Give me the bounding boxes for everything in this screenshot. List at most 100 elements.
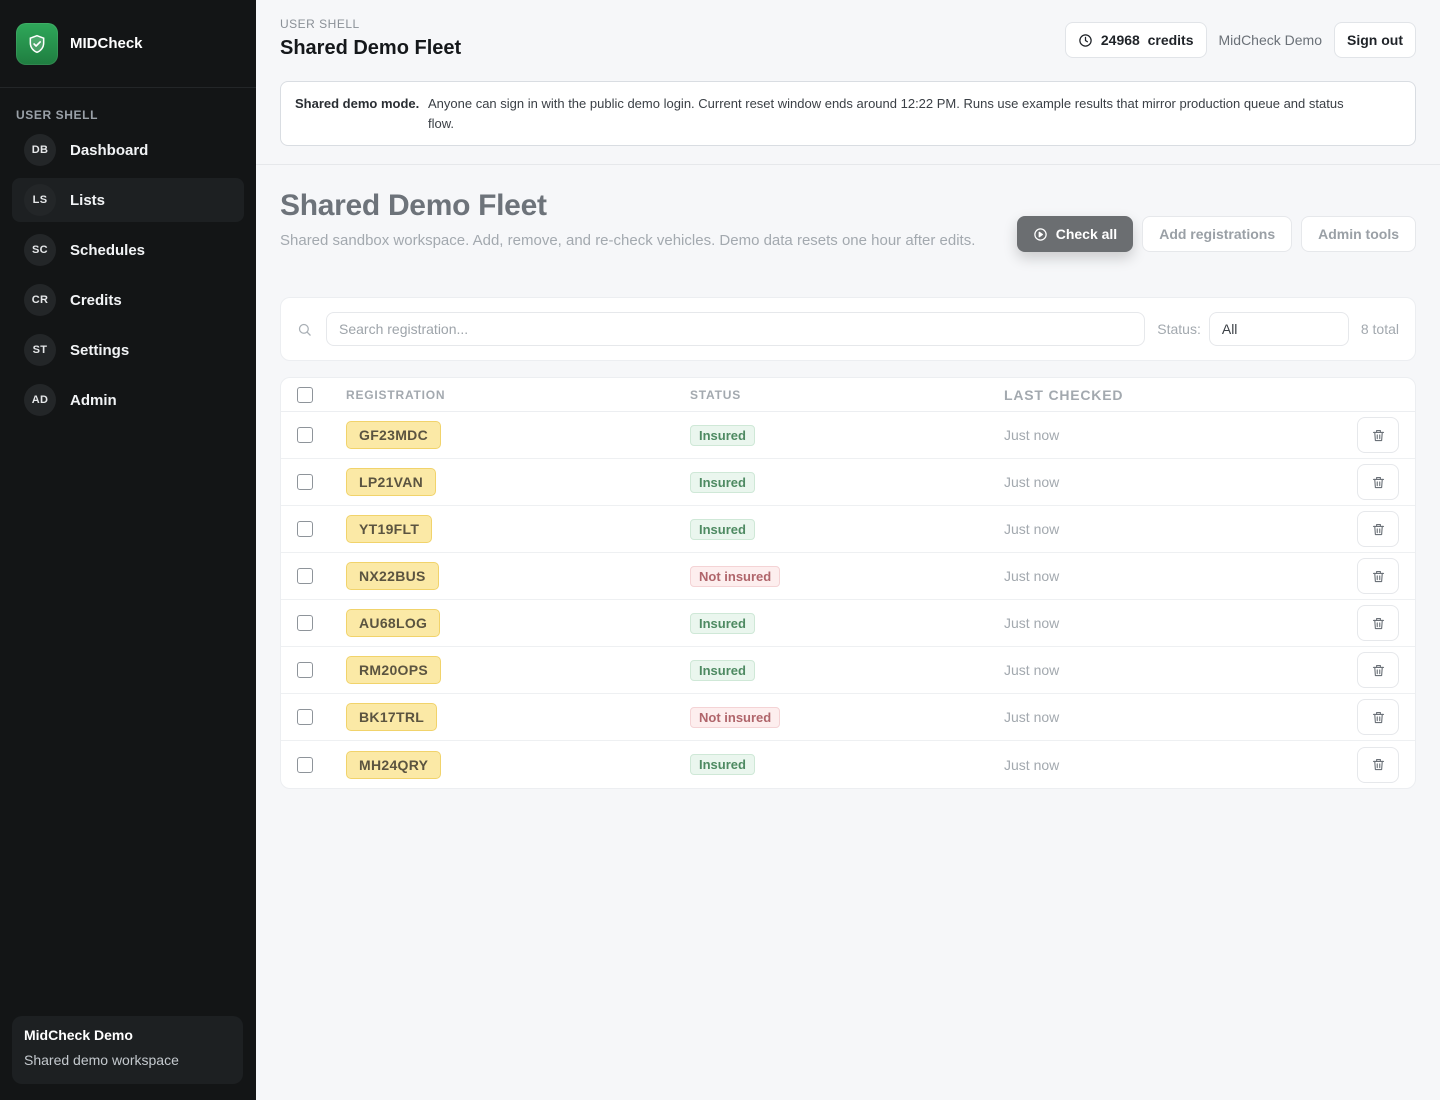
header-last-checked[interactable]: LAST CHECKED: [1004, 387, 1357, 403]
last-checked: Just now: [1004, 615, 1060, 631]
last-checked: Just now: [1004, 568, 1060, 584]
row-checkbox[interactable]: [297, 662, 313, 678]
status-filter-select[interactable]: All: [1208, 312, 1349, 346]
registration-plate[interactable]: AU68LOG: [346, 609, 441, 637]
trash-icon: [1372, 476, 1384, 488]
row-checkbox[interactable]: [297, 568, 313, 584]
select-all-checkbox[interactable]: [297, 386, 313, 403]
row-checkbox[interactable]: [297, 756, 313, 773]
header-registration[interactable]: REGISTRATION: [346, 388, 690, 402]
delete-button[interactable]: [1357, 652, 1399, 688]
status-badge: Not insured: [690, 565, 781, 587]
table-row[interactable]: LP21VAN Insured Just now: [281, 459, 1415, 506]
header-status[interactable]: STATUS: [690, 388, 1004, 402]
row-checkbox[interactable]: [297, 615, 313, 631]
last-checked: Just now: [1004, 427, 1060, 443]
table-row[interactable]: RM20OPS Insured Just now: [281, 647, 1415, 694]
sidebar: MIDCheck USER SHELL DB Dashboard LS Lists SC…: [0, 0, 256, 1100]
trash-icon: [1372, 523, 1384, 535]
table-row[interactable]: NX22BUS Not insured Just now: [281, 553, 1415, 600]
table-row[interactable]: MH24QRY Insured Just now: [281, 741, 1415, 788]
admin-tools-button[interactable]: Admin tools: [1301, 216, 1416, 252]
credits-pill[interactable]: 24968 credits: [1064, 22, 1207, 58]
delete-button[interactable]: [1357, 417, 1399, 453]
sidebar-item-credits[interactable]: CR Credits: [12, 278, 244, 322]
status-badge: Insured: [690, 754, 755, 775]
sidebar-item-settings[interactable]: ST Settings: [12, 328, 244, 372]
table-row[interactable]: GF23MDC Insured Just now: [281, 412, 1415, 459]
sidebar-item-schedules[interactable]: SC Schedules: [12, 228, 244, 272]
row-checkbox[interactable]: [297, 474, 313, 490]
content: Shared Demo Fleet Shared sandbox workspa…: [256, 165, 1440, 789]
sidebar-item-dashboard[interactable]: DB Dashboard: [12, 128, 244, 172]
status-badge: Insured: [690, 659, 755, 681]
last-checked: Just now: [1004, 756, 1060, 773]
user-name: MidCheck Demo: [1218, 32, 1322, 48]
trash-icon: [1372, 617, 1384, 629]
nav-badge: LS: [24, 184, 56, 216]
last-checked: Just now: [1004, 521, 1060, 537]
clock-icon: [1079, 33, 1092, 47]
workspace-name: MidCheck Demo: [24, 1027, 133, 1043]
status-filter-label: Status:: [1157, 321, 1201, 337]
topbar-title: Shared Demo Fleet: [280, 37, 462, 59]
sidebar-item-label: Credits: [70, 291, 122, 309]
registration-plate[interactable]: MH24QRY: [346, 750, 442, 779]
delete-button[interactable]: [1357, 558, 1399, 594]
add-registrations-button[interactable]: Add registrations: [1142, 216, 1293, 252]
registration-plate[interactable]: BK17TRL: [346, 703, 438, 731]
sidebar-item-label: Admin: [70, 391, 117, 409]
table-header: REGISTRATION STATUS LAST CHECKED: [281, 378, 1415, 412]
demo-notice: Shared demo mode. Anyone can sign in wit…: [280, 81, 1416, 146]
delete-button[interactable]: [1357, 746, 1399, 783]
last-checked: Just now: [1004, 474, 1060, 490]
trash-icon: [1372, 429, 1384, 441]
delete-button[interactable]: [1357, 605, 1399, 641]
registration-plate[interactable]: YT19FLT: [346, 515, 433, 543]
search-icon: [298, 323, 311, 336]
status-badge: Insured: [690, 518, 755, 540]
status-badge: Insured: [690, 612, 755, 634]
notice-text: Anyone can sign in with the public demo …: [428, 96, 1344, 131]
status-badge: Not insured: [690, 706, 781, 728]
registration-plate[interactable]: NX22BUS: [346, 562, 439, 590]
brand-name: MIDCheck: [70, 35, 143, 52]
sidebar-item-admin[interactable]: AD Admin: [12, 378, 244, 422]
table-row[interactable]: AU68LOG Insured Just now: [281, 600, 1415, 647]
row-checkbox[interactable]: [297, 709, 313, 725]
brand[interactable]: MIDCheck: [0, 0, 256, 88]
page-title: Shared Demo Fleet: [280, 189, 547, 222]
filter-bar: Status: All 8 total: [280, 297, 1416, 361]
delete-button[interactable]: [1357, 511, 1399, 547]
sidebar-item-label: Dashboard: [70, 141, 149, 159]
play-circle-icon: [1033, 227, 1047, 241]
topbar: USER SHELL Shared Demo Fleet 24968 credi…: [256, 0, 1440, 165]
delete-button[interactable]: [1357, 699, 1399, 735]
registration-plate[interactable]: LP21VAN: [346, 468, 437, 496]
registration-plate[interactable]: RM20OPS: [346, 656, 442, 684]
credits-value: 24968: [1100, 32, 1140, 48]
last-checked: Just now: [1004, 709, 1060, 725]
table-row[interactable]: BK17TRL Not insured Just now: [281, 694, 1415, 741]
sidebar-item-lists[interactable]: LS Lists: [12, 178, 244, 222]
sidebar-item-label: Settings: [70, 341, 130, 359]
nav-badge: CR: [24, 284, 56, 316]
topbar-actions: 24968 credits MidCheck Demo Sign out: [1064, 22, 1416, 58]
trash-icon: [1372, 664, 1384, 676]
workspace-subtitle: Shared demo workspace: [24, 1052, 179, 1068]
check-all-button[interactable]: Check all: [1016, 216, 1134, 252]
row-checkbox[interactable]: [297, 427, 313, 443]
search-input[interactable]: [326, 312, 1146, 346]
trash-icon: [1372, 758, 1384, 771]
workspace-card[interactable]: MidCheck Demo Shared demo workspace: [12, 1016, 243, 1084]
table-body: GF23MDC Insured Just now LP21VAN Insured Just…: [281, 412, 1415, 788]
delete-button[interactable]: [1357, 464, 1399, 500]
registration-plate[interactable]: GF23MDC: [346, 421, 441, 449]
sidebar-item-label: Schedules: [70, 241, 146, 259]
page-actions: Check all Add registrations Admin tools: [1016, 216, 1416, 252]
status-badge: Insured: [690, 424, 755, 446]
row-checkbox[interactable]: [297, 521, 313, 537]
table-row[interactable]: YT19FLT Insured Just now: [281, 506, 1415, 553]
trash-icon: [1372, 570, 1384, 582]
sign-out-button[interactable]: Sign out: [1334, 22, 1416, 58]
